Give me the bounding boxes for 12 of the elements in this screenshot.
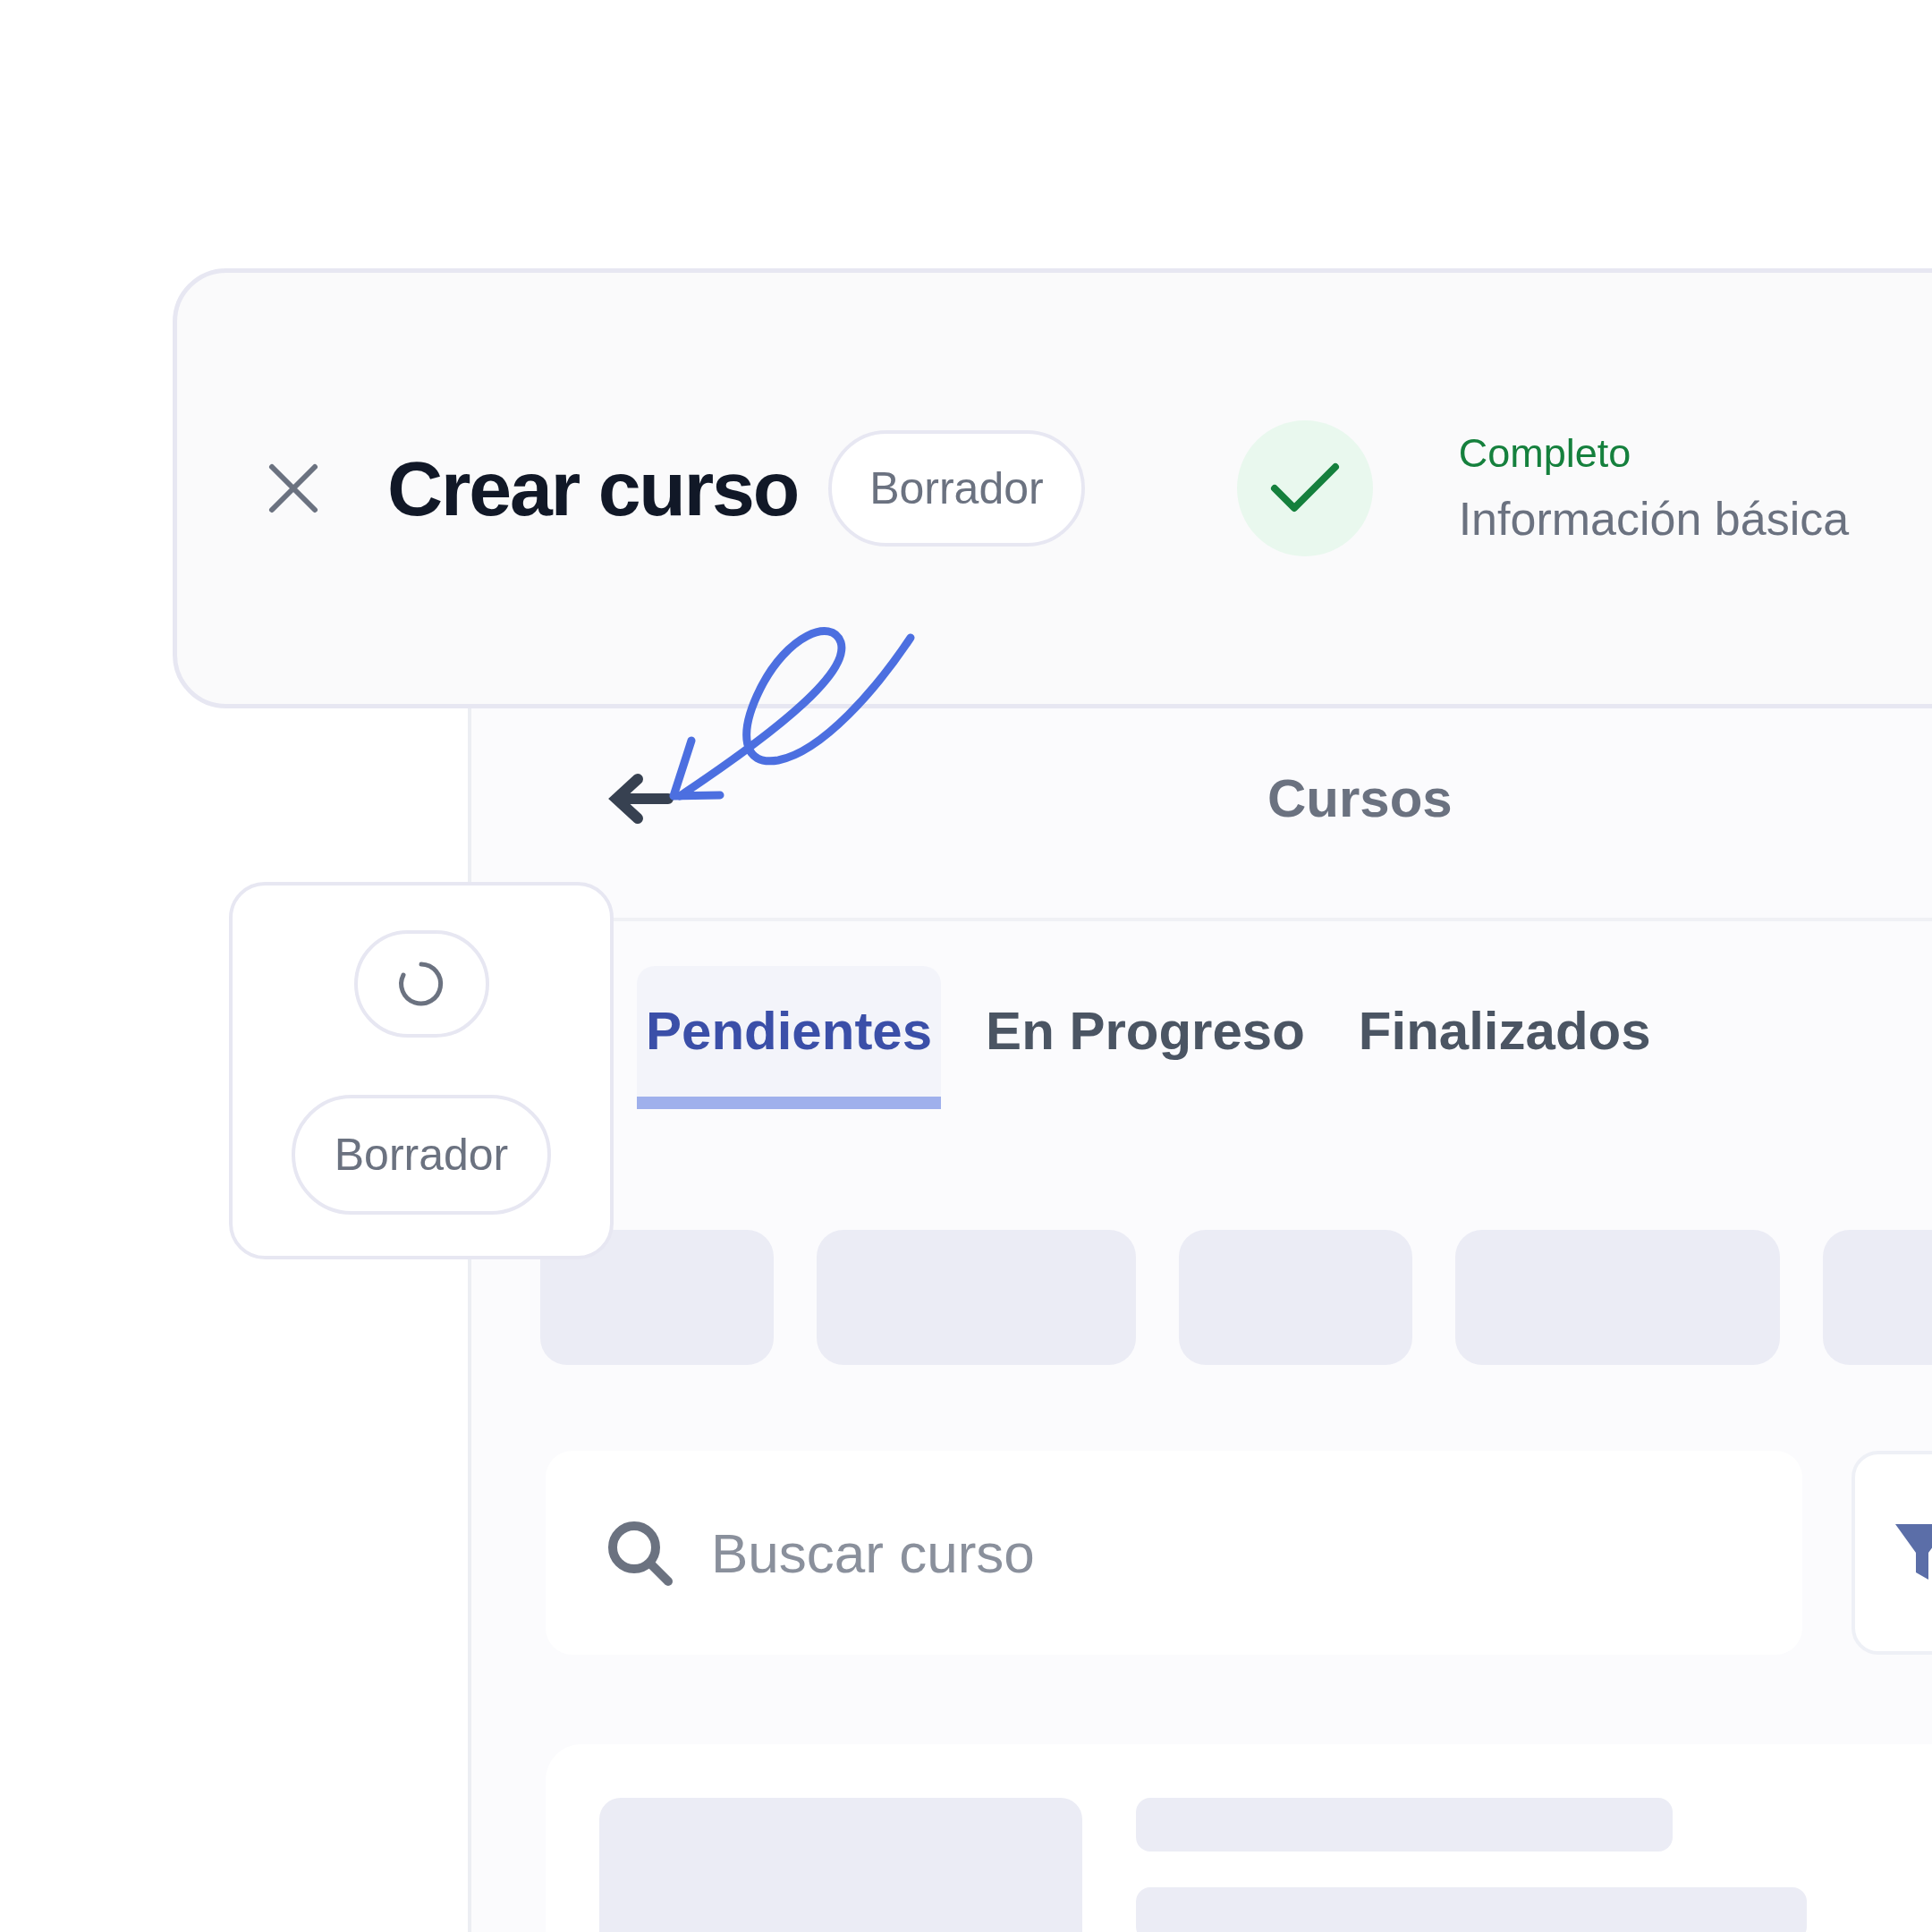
tab[interactable]: Pendientes xyxy=(637,966,942,1109)
step-label: Información básica xyxy=(1458,491,1850,547)
page-title: Crear curso xyxy=(387,444,799,533)
tab[interactable]: Finalizados xyxy=(1349,966,1660,1109)
page-title: Cursos xyxy=(1267,767,1453,830)
status-badge: Borrador xyxy=(828,430,1085,547)
close-icon[interactable] xyxy=(267,462,320,515)
status-badge: Borrador xyxy=(291,1095,552,1215)
search-field[interactable]: Buscar curso xyxy=(546,1451,1802,1655)
step-status: Completo xyxy=(1458,429,1632,479)
tab[interactable]: En Progreso xyxy=(977,966,1314,1109)
filter-chip[interactable] xyxy=(540,1230,774,1365)
